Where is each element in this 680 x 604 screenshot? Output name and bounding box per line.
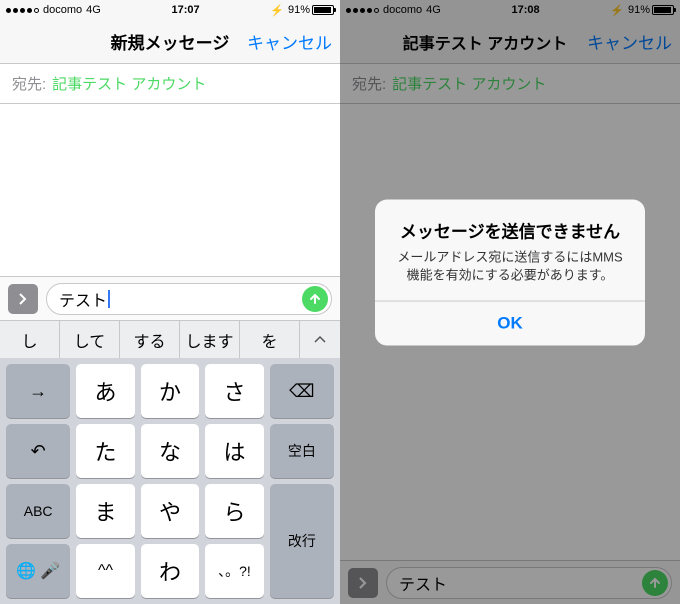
key-ya[interactable]: や xyxy=(141,484,199,538)
alert-title: メッセージを送信できません xyxy=(391,218,629,243)
to-field[interactable]: 宛先: 記事テスト アカウント xyxy=(0,64,340,104)
key-a[interactable]: あ xyxy=(76,364,134,418)
battery: 91% xyxy=(288,4,334,16)
carrier: docomo xyxy=(43,4,82,16)
key-ka[interactable]: か xyxy=(141,364,199,418)
key-return[interactable]: 改行 xyxy=(270,484,334,598)
caret xyxy=(108,290,110,308)
key-ha[interactable]: は xyxy=(205,424,263,478)
suggestion-toggle[interactable] xyxy=(300,335,340,345)
key-emoji[interactable]: ^^ xyxy=(76,544,134,598)
suggestion[interactable]: します xyxy=(180,320,240,360)
nav-bar: 新規メッセージ キャンセル xyxy=(0,20,340,64)
key-arrow[interactable]: → xyxy=(6,364,70,418)
screen-compose: docomo 4G 17:07 ⚡ 91% 新規メッセージ キャンセル 宛先: … xyxy=(0,0,340,604)
time: 17:07 xyxy=(101,4,270,16)
keyboard: → あ か さ ⌫ ↶ た な は 空白 ABC ま や ら 改行 🌐 🎤 ^^… xyxy=(0,358,340,604)
screen-error: docomo 4G 17:08 ⚡ 91% 記事テスト アカウント キャンセル … xyxy=(340,0,680,604)
key-na[interactable]: な xyxy=(141,424,199,478)
message-body[interactable] xyxy=(0,104,340,276)
bluetooth-icon: ⚡ xyxy=(270,4,284,17)
to-label: 宛先: xyxy=(12,73,46,94)
key-space[interactable]: 空白 xyxy=(270,424,334,478)
suggestion[interactable]: して xyxy=(60,320,120,360)
key-abc[interactable]: ABC xyxy=(6,484,70,538)
input-text: テスト xyxy=(59,287,107,311)
status-bar: docomo 4G 17:07 ⚡ 91% xyxy=(0,0,340,20)
key-sa[interactable]: さ xyxy=(205,364,263,418)
key-ma[interactable]: ま xyxy=(76,484,134,538)
send-button[interactable] xyxy=(302,286,328,312)
input-row: テスト xyxy=(0,276,340,320)
suggestion-bar: し して する します を xyxy=(0,320,340,358)
message-input[interactable]: テスト xyxy=(46,283,332,315)
suggestion[interactable]: する xyxy=(120,320,180,360)
key-wa[interactable]: わ xyxy=(141,544,199,598)
alert-dialog: メッセージを送信できません メールアドレス宛に送信するにはMMS機能を有効にする… xyxy=(375,200,645,346)
key-punct[interactable]: 、。?! xyxy=(205,544,263,598)
key-undo[interactable]: ↶ xyxy=(6,424,70,478)
alert-ok-button[interactable]: OK xyxy=(375,301,645,346)
suggestion[interactable]: を xyxy=(240,320,300,360)
key-ta[interactable]: た xyxy=(76,424,134,478)
suggestion[interactable]: し xyxy=(0,320,60,360)
alert-message: メールアドレス宛に送信するにはMMS機能を有効にする必要があります。 xyxy=(391,249,629,285)
expand-button[interactable] xyxy=(8,284,38,314)
key-ra[interactable]: ら xyxy=(205,484,263,538)
to-value: 記事テスト アカウント xyxy=(52,73,206,94)
key-globe-mic[interactable]: 🌐 🎤 xyxy=(6,544,70,598)
cancel-button[interactable]: キャンセル xyxy=(247,29,332,54)
signal-dots xyxy=(6,8,39,13)
key-delete[interactable]: ⌫ xyxy=(270,364,334,418)
network: 4G xyxy=(86,4,101,16)
